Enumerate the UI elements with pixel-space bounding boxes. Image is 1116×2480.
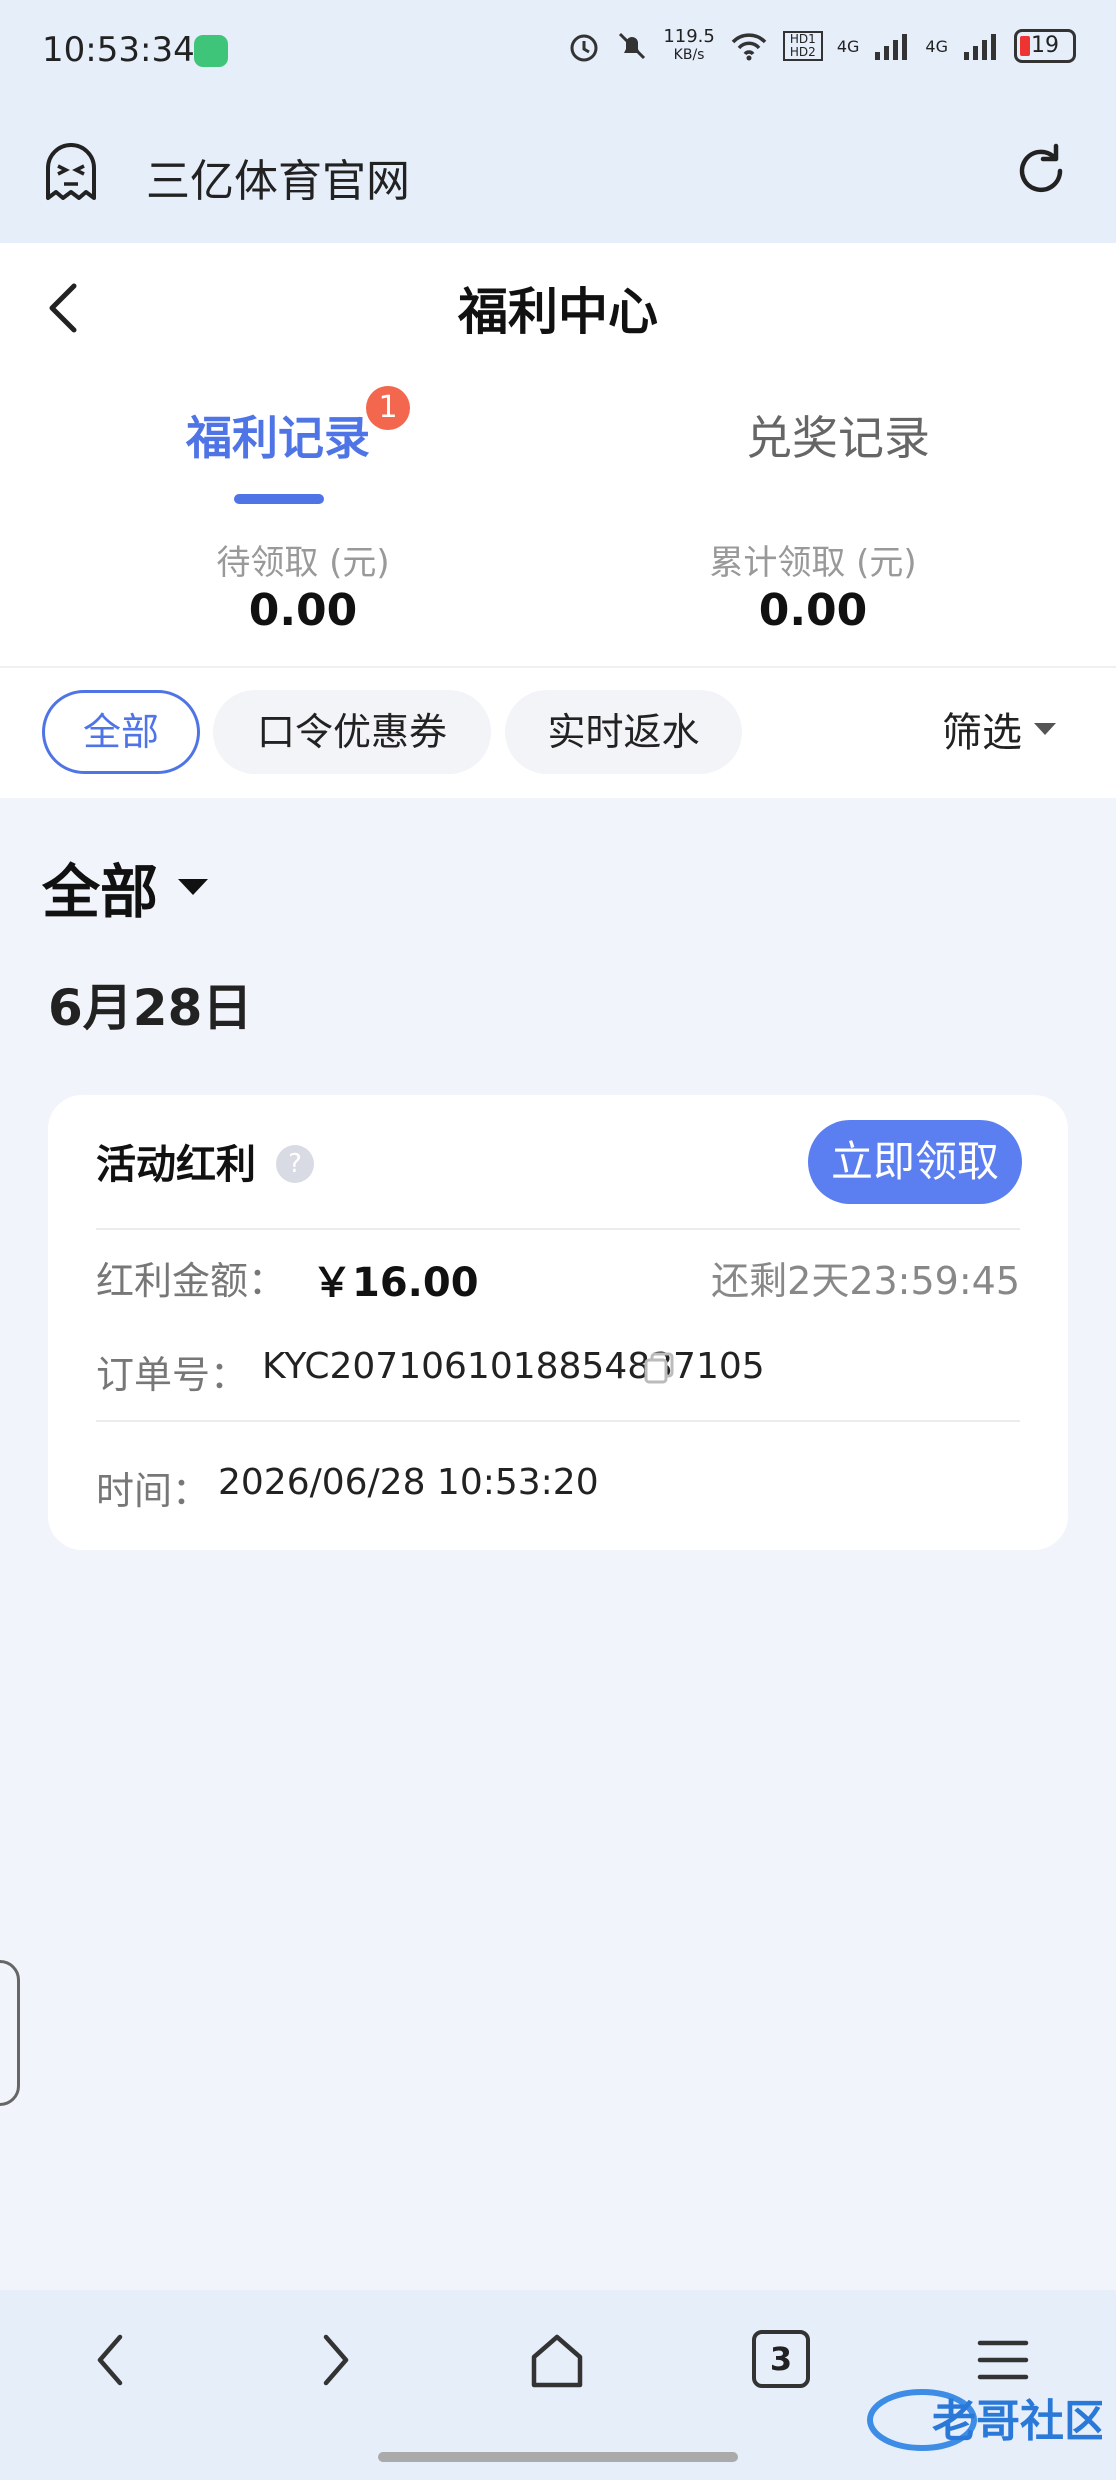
remaining-time: 还剩2天23:59:45	[711, 1259, 1020, 1303]
battery-level: 19	[1031, 33, 1059, 58]
time-label: 时间：	[96, 1469, 211, 1513]
order-number: KYC2071061018854837105	[262, 1346, 765, 1387]
page-title: 福利中心	[458, 283, 658, 341]
card-divider-2	[96, 1420, 1020, 1422]
status-bar: 10:53:34 119.5 KB/s HD1 HD2 4G 4G 19	[0, 0, 1116, 100]
battery-icon: 19	[1014, 29, 1076, 63]
battery-low-fill	[1020, 36, 1030, 56]
message-app-icon	[194, 35, 228, 67]
amount-value: ￥16.00	[312, 1260, 479, 1306]
section-title: 全部	[42, 858, 159, 926]
claim-button[interactable]: 立即领取	[808, 1120, 1022, 1204]
nav-forward-icon[interactable]	[300, 2325, 370, 2395]
net-speed-value: 119.5	[663, 26, 715, 47]
home-icon[interactable]	[522, 2325, 592, 2395]
filter-label: 筛选	[942, 710, 1022, 756]
tab-welfare-records[interactable]: 福利记录	[78, 402, 478, 468]
total-value: 0.00	[758, 585, 868, 636]
alarm-icon	[570, 34, 598, 62]
signal-icon	[875, 34, 908, 60]
signal-icon-2	[964, 34, 996, 60]
divider	[0, 666, 1116, 668]
wifi-icon	[731, 33, 767, 61]
signal-label-2: 4G	[925, 36, 948, 56]
hd-icon: HD1 HD2	[782, 31, 823, 61]
chip-all[interactable]: 全部	[42, 690, 200, 774]
help-icon[interactable]: ?	[276, 1145, 314, 1183]
card-divider	[96, 1228, 1020, 1230]
tab-badge: 1	[366, 386, 410, 430]
card-title: 活动红利	[96, 1142, 256, 1188]
time-value: 2026/06/28 10:53:20	[218, 1462, 599, 1503]
filter-dropdown[interactable]: 筛选	[942, 700, 1056, 758]
amount-label: 红利金额：	[96, 1259, 287, 1303]
side-drawer-handle[interactable]	[0, 1960, 20, 2106]
status-icons: 119.5 KB/s HD1 HD2 4G 4G 19	[567, 28, 1076, 64]
svg-text:老哥社区: 老哥社区	[932, 2396, 1102, 2447]
order-label: 订单号：	[96, 1353, 249, 1397]
tabs-count-button[interactable]: 3	[752, 2330, 810, 2388]
caret-down-icon	[178, 879, 209, 895]
net-speed: 119.5 KB/s	[663, 28, 715, 64]
total-label: 累计领取 (元)	[709, 543, 917, 583]
net-speed-unit: KB/s	[673, 47, 705, 63]
mute-bell-icon	[619, 32, 646, 60]
signal-label-1: 4G	[836, 36, 860, 56]
chip-coupon[interactable]: 口令优惠券	[213, 690, 491, 774]
nav-back-icon[interactable]	[76, 2325, 146, 2395]
section-dropdown[interactable]: 全部	[42, 845, 209, 929]
ghost-icon[interactable]	[40, 140, 102, 202]
active-tab-indicator	[234, 494, 324, 504]
chip-rebate[interactable]: 实时返水	[505, 690, 742, 774]
pending-label: 待领取 (元)	[216, 543, 390, 583]
status-time: 10:53:34	[42, 30, 195, 70]
chevron-down-icon	[1034, 723, 1056, 735]
copy-icon[interactable]	[642, 1350, 678, 1386]
watermark-logo: 老哥社区	[867, 2389, 1102, 2451]
refresh-icon[interactable]	[1010, 140, 1072, 202]
pending-value: 0.00	[248, 585, 358, 636]
site-title: 三亿体育官网	[146, 156, 410, 207]
date-label: 6月28日	[48, 979, 253, 1037]
gesture-bar[interactable]	[378, 2452, 738, 2462]
tab-redeem-records[interactable]: 兑奖记录	[638, 402, 1038, 468]
